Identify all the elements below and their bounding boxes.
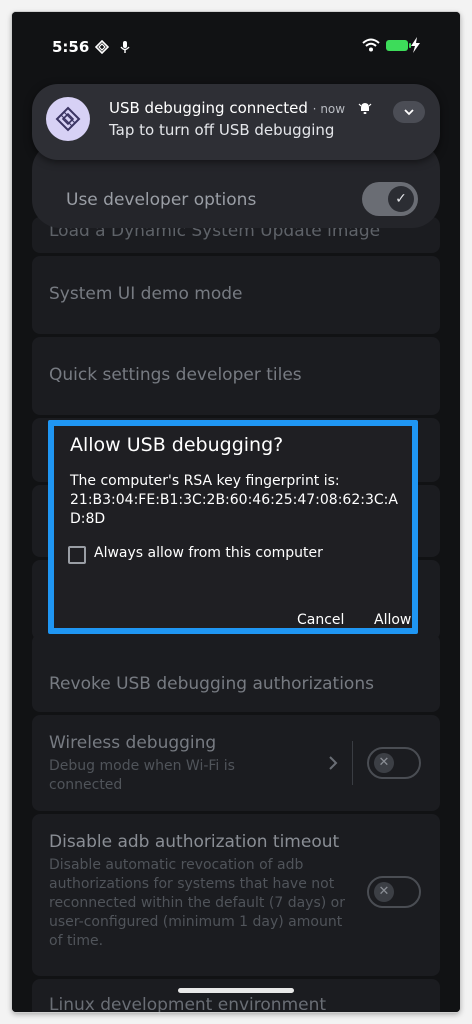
wifi-icon [362,38,380,52]
notification-time: now [320,102,346,116]
battery-icon [386,40,411,51]
usb-debugging-notification[interactable]: USB debugging connected · now Tap to tur… [32,84,440,160]
status-time: 5:56 [52,38,90,56]
notification-expand-button[interactable] [393,101,425,123]
settings-item-label: Linux development environment [49,995,327,1012]
adb-timeout-title: Disable adb authorization timeout [49,832,340,852]
phone-frame: 5:56 Load a Dynamic System Update image … [12,12,460,1012]
settings-item-revoke-usb[interactable]: Revoke USB debugging authorizations [32,634,440,712]
settings-item-system-ui-demo[interactable]: System UI demo mode [32,256,440,334]
settings-item-label: System UI demo mode [49,284,243,304]
wireless-debugging-title: Wireless debugging [49,733,217,753]
dialog-highlight-frame [48,420,418,634]
adb-timeout-toggle[interactable]: ✕ [367,876,421,908]
adb-timeout-description: Disable automatic revocation of adb auth… [49,857,345,949]
wireless-debugging-description: Debug mode when Wi-Fi is connected [49,758,235,793]
settings-item-wireless-debugging[interactable]: Wireless debugging Debug mode when Wi-Fi… [32,715,440,811]
wireless-debugging-toggle[interactable]: ✕ [367,747,421,779]
settings-item-linux-dev[interactable]: Linux development environment [32,979,440,1012]
chevron-down-icon [404,109,414,116]
close-icon: ✕ [374,753,394,773]
bell-alert-icon [358,103,372,114]
notification-title: USB debugging connected · now [109,99,346,117]
divider [352,741,353,785]
screen: 5:56 Load a Dynamic System Update image … [12,12,460,1012]
chevron-right-icon [329,756,338,770]
check-icon: ✓ [388,186,414,212]
diamond-icon [95,40,109,54]
settings-item-quick-settings-tiles[interactable]: Quick settings developer tiles [32,337,440,415]
developer-options-label: Use developer options [66,190,257,210]
notification-body: Tap to turn off USB debugging [109,121,335,139]
settings-item-label: Revoke USB debugging authorizations [49,674,374,694]
close-icon: ✕ [374,882,394,902]
usb-debug-icon [120,41,130,53]
charging-bolt-icon [411,37,420,53]
settings-item-disable-adb-timeout[interactable]: Disable adb authorization timeout Disabl… [32,814,440,976]
developer-options-toggle[interactable]: ✓ [362,182,418,216]
settings-item-label: Quick settings developer tiles [49,365,302,385]
notification-title-text: USB debugging connected [109,99,308,117]
status-bar: 5:56 [12,12,460,72]
home-indicator[interactable] [178,988,294,993]
debug-app-icon [46,97,90,141]
